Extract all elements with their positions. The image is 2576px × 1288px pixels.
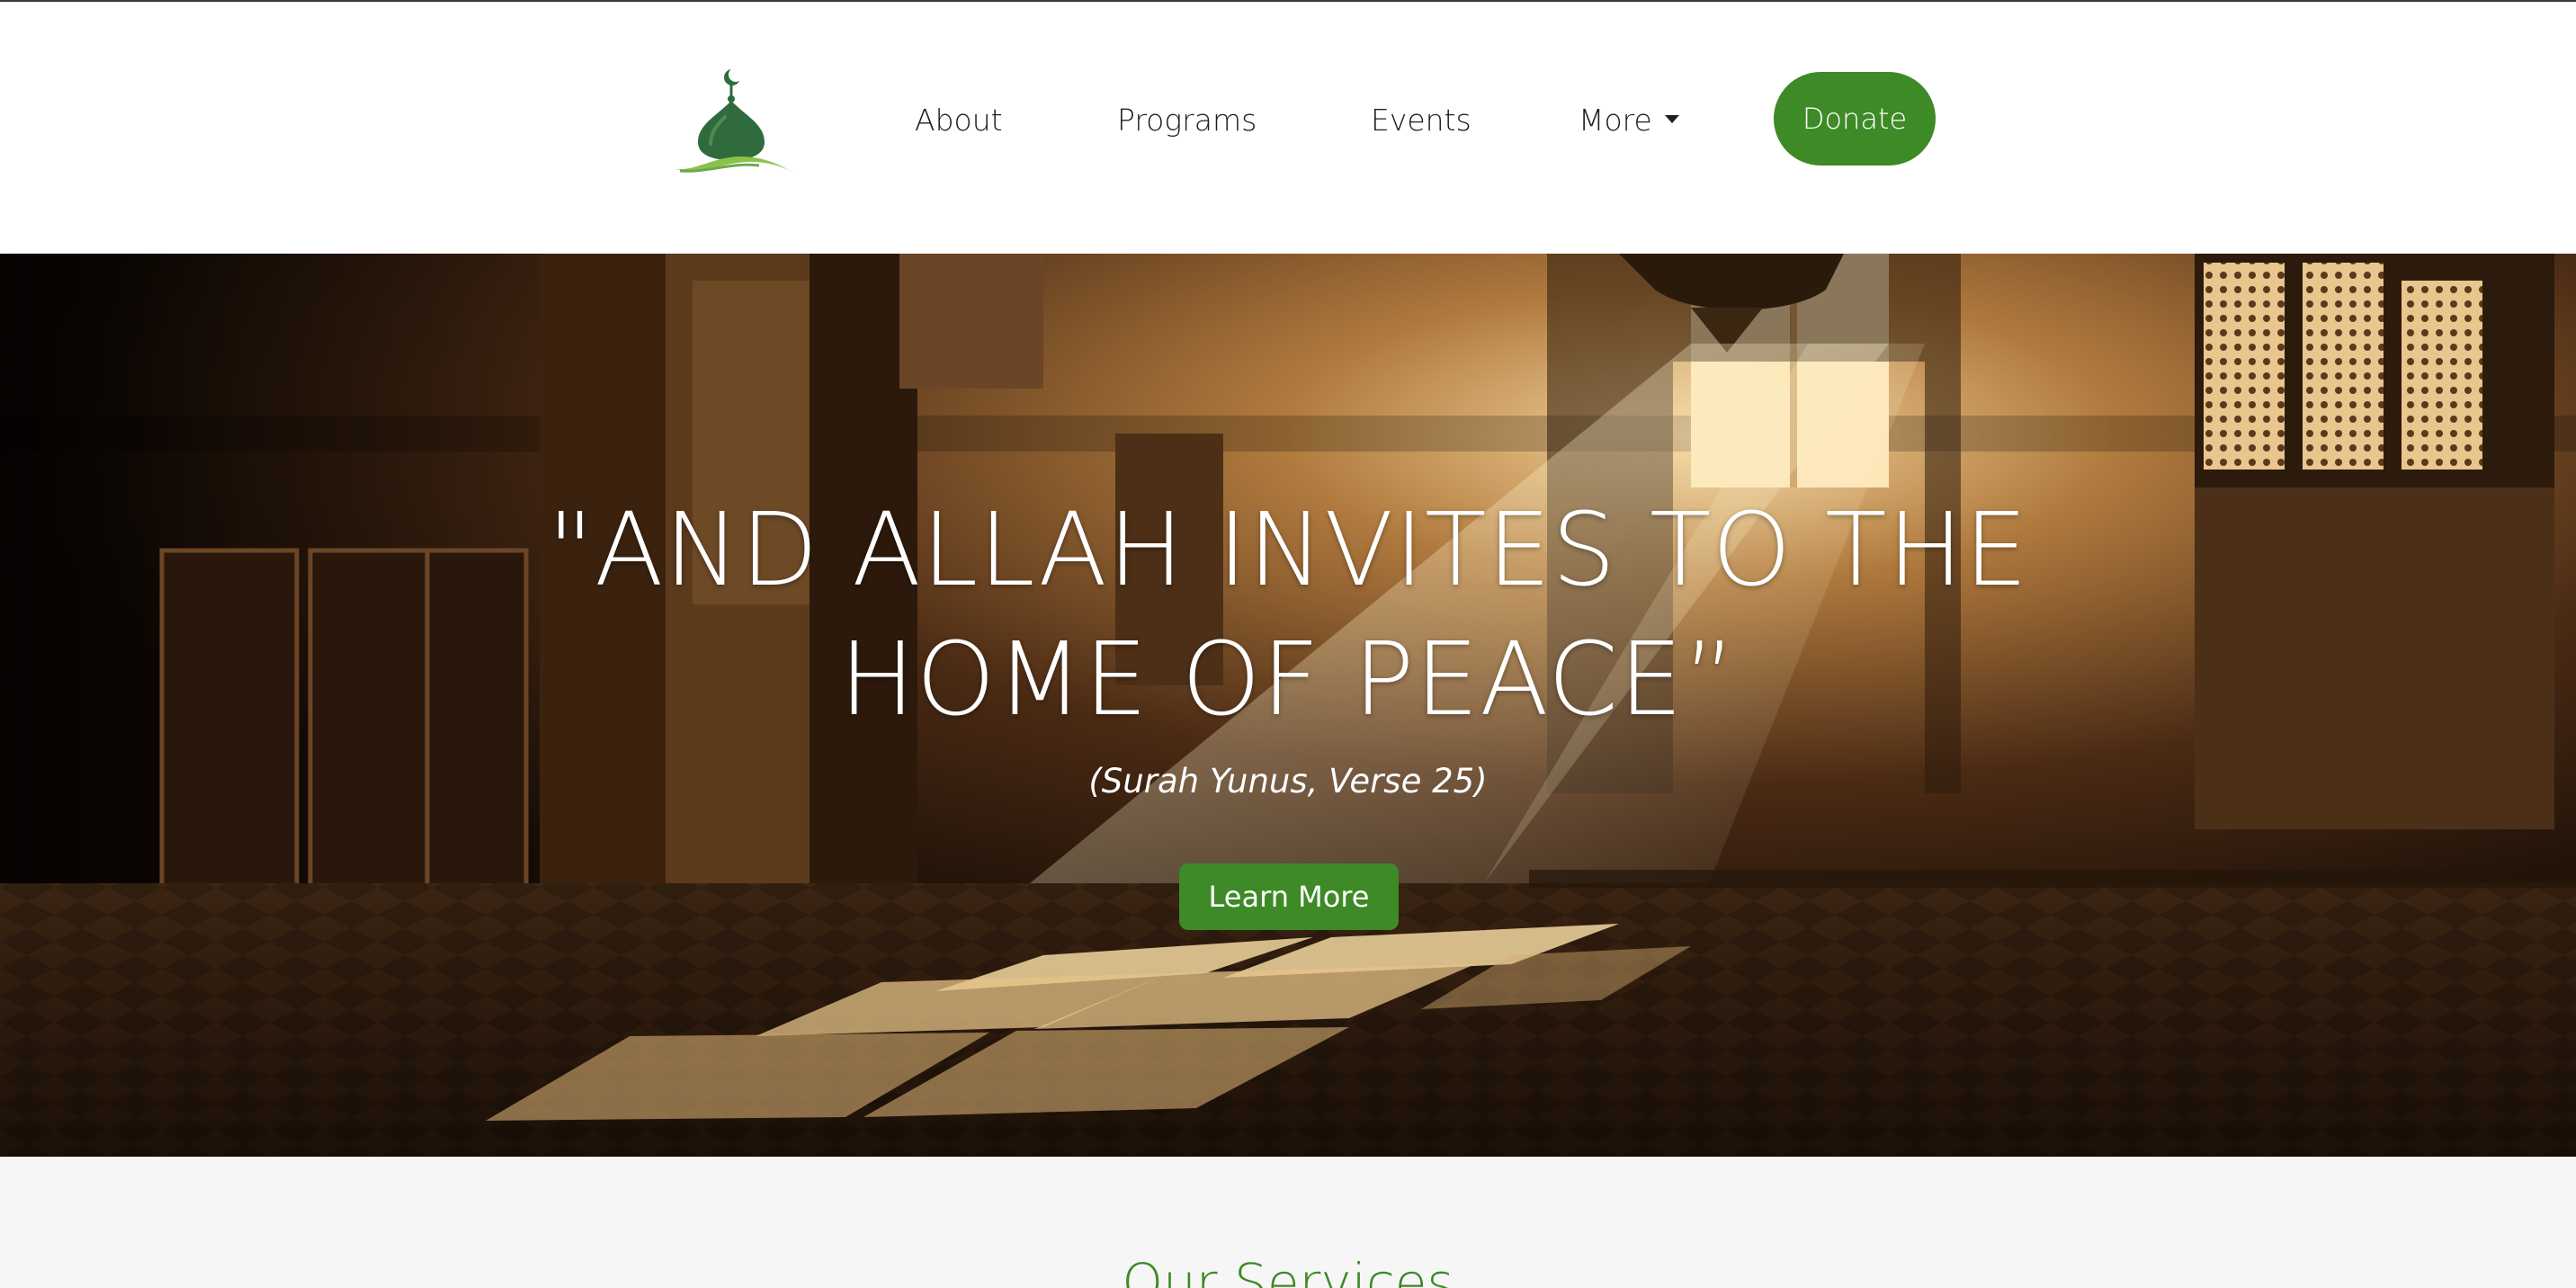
hero-verse-reference: (Surah Yunus, Verse 25) bbox=[1088, 762, 1488, 801]
nav-link-about[interactable]: About bbox=[915, 95, 1003, 146]
nav-link-events[interactable]: Events bbox=[1371, 95, 1471, 146]
services-section: Our Services bbox=[0, 1157, 2576, 1288]
hero-title: "AND ALLAH INVITES TO THE HOME OF PEACE” bbox=[0, 486, 2576, 745]
services-heading: Our Services bbox=[1122, 1252, 1454, 1288]
hero-banner: "AND ALLAH INVITES TO THE HOME OF PEACE”… bbox=[0, 254, 2576, 1157]
nav-more-label: More bbox=[1579, 103, 1652, 138]
mosque-dome-icon[interactable] bbox=[673, 67, 799, 178]
nav-link-programs[interactable]: Programs bbox=[1117, 95, 1257, 146]
navbar: About Programs Events More Donate bbox=[0, 2, 2576, 254]
donate-button[interactable]: Donate bbox=[1774, 72, 1936, 165]
caret-down-icon bbox=[1664, 115, 1679, 123]
nav-dropdown-more[interactable]: More bbox=[1579, 95, 1679, 146]
hero-title-line-1: "AND ALLAH INVITES TO THE bbox=[547, 492, 2029, 609]
hero-title-line-2: HOME OF PEACE” bbox=[839, 622, 1737, 738]
learn-more-button[interactable]: Learn More bbox=[1179, 863, 1399, 930]
